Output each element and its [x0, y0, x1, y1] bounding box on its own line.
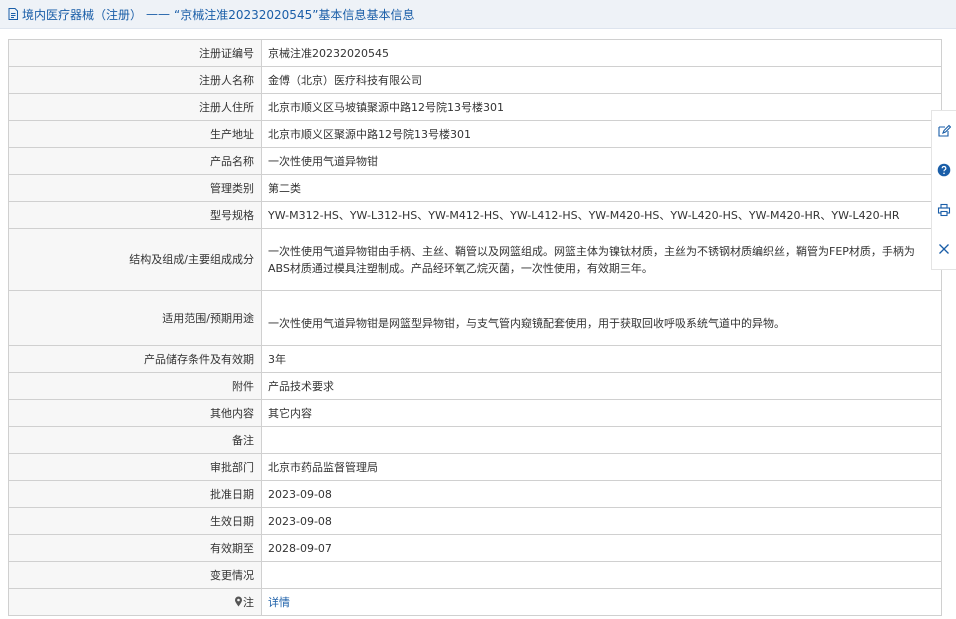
table-row: 产品名称 一次性使用气道异物钳 [8, 147, 942, 175]
help-icon[interactable] [935, 161, 953, 179]
row-label: 注 [243, 595, 254, 609]
row-value: 北京市顺义区聚源中路12号院13号楼301 [261, 120, 942, 148]
document-icon [6, 7, 20, 21]
table-row: 变更情况 [8, 561, 942, 589]
note-label-cell: 注 [8, 588, 262, 616]
row-label: 审批部门 [8, 453, 262, 481]
header-category: 境内医疗器械（注册） [22, 7, 143, 22]
row-value: 3年 [261, 345, 942, 373]
row-value: 一次性使用气道异物钳是网篮型异物钳，与支气管内窥镜配套使用，用于获取回收呼吸系统… [261, 290, 942, 346]
close-icon[interactable] [935, 240, 953, 258]
table-row: 注册人住所 北京市顺义区马坡镇聚源中路12号院13号楼301 [8, 93, 942, 121]
print-icon[interactable] [935, 201, 953, 219]
row-value: 2023-09-08 [261, 480, 942, 508]
row-label: 生效日期 [8, 507, 262, 535]
row-value: 一次性使用气道异物钳由手柄、主丝、鞘管以及网篮组成。网篮主体为镍钛材质，主丝为不… [261, 228, 942, 291]
row-value: 京械注准20232020545 [261, 39, 942, 67]
table-row: 产品储存条件及有效期 3年 [8, 345, 942, 373]
row-value: 2028-09-07 [261, 534, 942, 562]
row-label: 产品储存条件及有效期 [8, 345, 262, 373]
row-label: 型号规格 [8, 201, 262, 229]
header-separator: —— [146, 7, 171, 21]
table-row: 批准日期 2023-09-08 [8, 480, 942, 508]
row-label: 变更情况 [8, 561, 262, 589]
header-title: “京械注准20232020545”基本信息 [174, 7, 367, 22]
details-link[interactable]: 详情 [268, 596, 290, 609]
row-label: 结构及组成/主要组成成分 [8, 228, 262, 291]
row-label: 注册人名称 [8, 66, 262, 94]
table-row: 其他内容 其它内容 [8, 399, 942, 427]
row-value: 2023-09-08 [261, 507, 942, 535]
pin-icon [234, 595, 243, 606]
table-row: 生产地址 北京市顺义区聚源中路12号院13号楼301 [8, 120, 942, 148]
table-row: 附件 产品技术要求 [8, 372, 942, 400]
header-title-suffix: 基本信息 [366, 7, 415, 22]
row-value: 产品技术要求 [261, 372, 942, 400]
side-toolbar [931, 110, 956, 270]
table-row: 型号规格 YW-M312-HS、YW-L312-HS、YW-M412-HS、YW… [8, 201, 942, 229]
row-value: 详情 [261, 588, 942, 616]
row-value: 北京市药品监督管理局 [261, 453, 942, 481]
table-row: 注 详情 [8, 588, 942, 616]
table-row: 审批部门 北京市药品监督管理局 [8, 453, 942, 481]
table-row: 注册人名称 金傅（北京）医疗科技有限公司 [8, 66, 942, 94]
edit-icon[interactable] [935, 122, 953, 140]
row-label: 适用范围/预期用途 [8, 290, 262, 346]
table-row: 适用范围/预期用途 一次性使用气道异物钳是网篮型异物钳，与支气管内窥镜配套使用，… [8, 290, 942, 346]
table-row: 注册证编号 京械注准20232020545 [8, 39, 942, 67]
row-value [261, 426, 942, 454]
table-row: 结构及组成/主要组成成分 一次性使用气道异物钳由手柄、主丝、鞘管以及网篮组成。网… [8, 228, 942, 291]
row-label: 管理类别 [8, 174, 262, 202]
row-value: 一次性使用气道异物钳 [261, 147, 942, 175]
table-row: 生效日期 2023-09-08 [8, 507, 942, 535]
row-value: YW-M312-HS、YW-L312-HS、YW-M412-HS、YW-L412… [261, 201, 942, 229]
row-label: 注册证编号 [8, 39, 262, 67]
row-label: 注册人住所 [8, 93, 262, 121]
row-value: 北京市顺义区马坡镇聚源中路12号院13号楼301 [261, 93, 942, 121]
row-value: 金傅（北京）医疗科技有限公司 [261, 66, 942, 94]
row-value: 第二类 [261, 174, 942, 202]
info-table: 注册证编号 京械注准20232020545 注册人名称 金傅（北京）医疗科技有限… [8, 39, 942, 616]
table-row: 有效期至 2028-09-07 [8, 534, 942, 562]
row-label: 产品名称 [8, 147, 262, 175]
row-label: 其他内容 [8, 399, 262, 427]
row-label: 附件 [8, 372, 262, 400]
table-row: 备注 [8, 426, 942, 454]
table-row: 管理类别 第二类 [8, 174, 942, 202]
row-value: 其它内容 [261, 399, 942, 427]
row-label: 生产地址 [8, 120, 262, 148]
row-label: 批准日期 [8, 480, 262, 508]
row-label: 有效期至 [8, 534, 262, 562]
page-header: 境内医疗器械（注册） —— “京械注准20232020545”基本信息 基本信息 [0, 0, 956, 29]
row-value [261, 561, 942, 589]
row-label: 备注 [8, 426, 262, 454]
